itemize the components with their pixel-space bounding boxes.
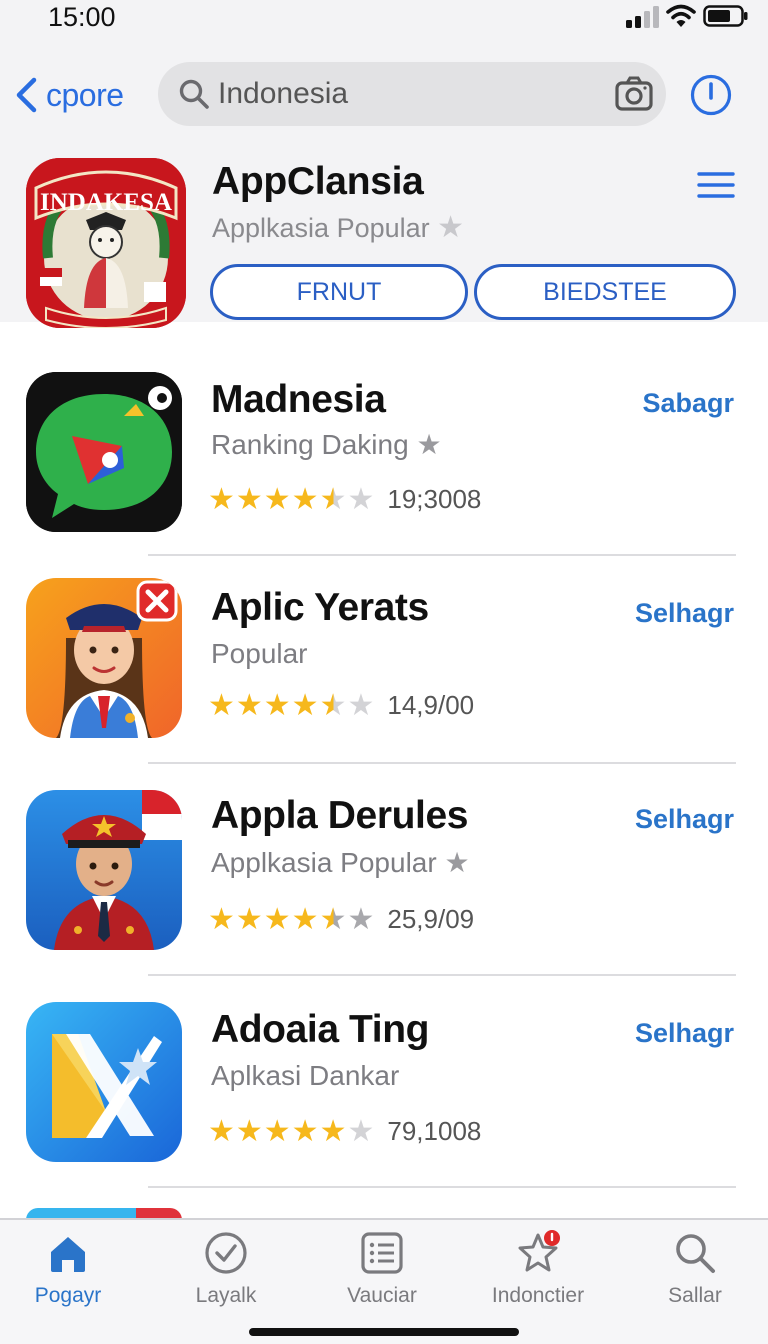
rating-stars: ★★★★★★	[208, 1115, 376, 1148]
featured-icon-banner: INDAKESA	[40, 189, 172, 216]
tab-bar: Pogayr Layalk Vauciar Indonctier Sallar	[0, 1218, 768, 1344]
app-title: Madnesia	[211, 378, 386, 421]
featured-app-subtitle: Applkasia Popular ★	[212, 210, 464, 245]
tab-label: Pogayr	[34, 1284, 102, 1307]
app-subtitle-text: Applkasia Popular	[211, 847, 437, 878]
menu-icon[interactable]	[697, 170, 735, 200]
tab-label: Indonctier	[491, 1284, 585, 1307]
app-title: Aplic Yerats	[211, 586, 429, 629]
rating-stars: ★★★★★★	[208, 483, 376, 516]
rating-stars: ★★★★★★	[208, 903, 376, 936]
tab-sallar[interactable]: Sallar	[625, 1230, 765, 1308]
check-circle-icon	[205, 1232, 247, 1274]
rating-stars: ★★★★★★	[208, 689, 376, 722]
app-subtitle: Ranking Daking ★	[211, 428, 442, 461]
app-subtitle: Applkasia Popular ★	[211, 846, 470, 879]
star-badge-icon	[518, 1230, 560, 1272]
featured-app-icon[interactable]: INDAKESA	[26, 158, 186, 328]
featured-secondary-button[interactable]: BIEDSTEE	[474, 264, 736, 320]
app-icon	[26, 1002, 182, 1162]
featured-app-title: AppClansia	[212, 160, 424, 203]
tab-label: Vauciar	[347, 1284, 417, 1307]
app-icon	[26, 790, 182, 950]
get-button[interactable]: Selhagr	[635, 598, 734, 629]
featured-primary-button[interactable]: FRNUT	[210, 264, 468, 320]
status-bar: 15:00	[0, 0, 768, 40]
rating: ★★★★★★ 25,9/09	[208, 902, 474, 937]
app-icon	[26, 372, 182, 532]
tab-label: Sallar	[668, 1284, 722, 1307]
app-subtitle-text: Popular	[211, 638, 308, 669]
tab-home[interactable]: Pogayr	[0, 1230, 138, 1308]
app-icon	[26, 578, 182, 738]
camera-icon[interactable]	[614, 74, 654, 114]
star-icon: ★	[444, 847, 470, 878]
featured-subtitle-text: Applkasia Popular	[212, 213, 430, 243]
get-button[interactable]: Selhagr	[635, 804, 734, 835]
back-button[interactable]: cpore	[14, 70, 124, 120]
divider	[148, 554, 736, 556]
get-button[interactable]: Selhagr	[635, 1018, 734, 1049]
app-subtitle-text: Aplkasi Dankar	[211, 1060, 400, 1091]
rating-count: 79,1008	[387, 1116, 482, 1146]
list-item[interactable]: Madnesia Ranking Daking ★ ★★★★★★ 19;3008…	[0, 362, 768, 572]
app-title: Appla Derules	[211, 794, 469, 837]
wifi-icon	[666, 4, 696, 27]
rating: ★★★★★★ 79,1008	[208, 1114, 481, 1149]
search-icon	[676, 1234, 715, 1273]
search-icon	[179, 79, 209, 109]
info-icon[interactable]	[690, 74, 732, 116]
app-subtitle: Aplkasi Dankar	[211, 1060, 399, 1092]
list-item[interactable]: Adoaia Ting Aplkasi Dankar ★★★★★★ 79,100…	[0, 988, 768, 1198]
rating: ★★★★★★ 19;3008	[208, 482, 481, 517]
star-icon: ★	[437, 211, 465, 244]
divider	[148, 1186, 736, 1188]
home-icon	[51, 1237, 85, 1272]
home-indicator[interactable]	[249, 1328, 519, 1336]
search-input[interactable]	[218, 72, 598, 116]
tab-indonctier[interactable]: Indonctier	[468, 1230, 608, 1308]
back-label: cpore	[46, 76, 124, 113]
list-item[interactable]: Appla Derules Applkasia Popular ★ ★★★★★★…	[0, 776, 768, 986]
tab-label: Layalk	[195, 1284, 257, 1307]
list-icon	[361, 1232, 403, 1274]
star-icon: ★	[416, 429, 442, 460]
divider	[148, 974, 736, 976]
divider	[148, 762, 736, 764]
rating: ★★★★★★ 14,9/00	[208, 688, 474, 723]
rating-count: 14,9/00	[387, 690, 475, 720]
rating-count: 25,9/09	[387, 904, 475, 934]
tab-layalk[interactable]: Layalk	[156, 1230, 296, 1308]
chevron-left-icon	[16, 77, 37, 113]
signal-icon	[626, 6, 659, 28]
get-button[interactable]: Sabagr	[642, 388, 734, 419]
app-subtitle-text: Ranking Daking	[211, 429, 409, 460]
list-item[interactable]: Aplic Yerats Popular ★★★★★★ 14,9/00 Selh…	[0, 568, 768, 778]
rating-count: 19;3008	[387, 484, 482, 514]
status-time: 15:00	[48, 2, 116, 32]
app-subtitle: Popular	[211, 638, 308, 670]
tab-vauciar[interactable]: Vauciar	[312, 1230, 452, 1308]
search-bar[interactable]	[158, 62, 666, 126]
battery-icon	[703, 5, 748, 27]
app-title: Adoaia Ting	[211, 1008, 430, 1051]
